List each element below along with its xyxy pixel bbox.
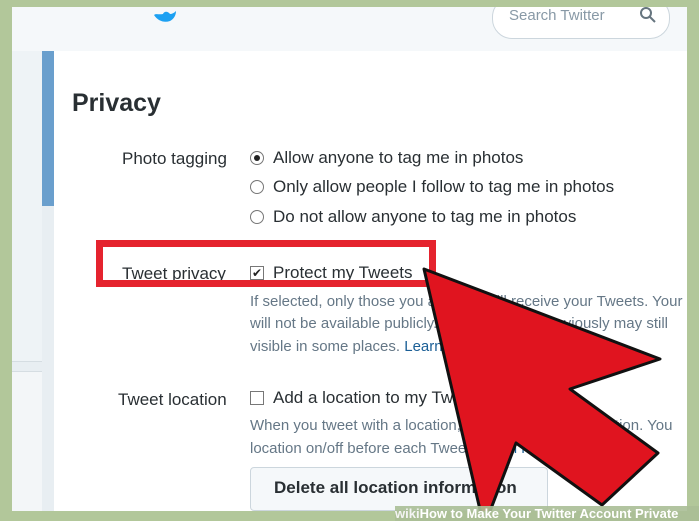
photo-tagging-radio-anyone[interactable] xyxy=(250,151,264,165)
tweet-location-help-2-text: location on/off before each Tweet. xyxy=(250,440,479,457)
add-location-checkbox[interactable] xyxy=(250,391,264,405)
settings-content: Privacy Photo tagging Allow anyone to ta… xyxy=(54,51,687,511)
photo-tagging-radio-follow[interactable] xyxy=(250,180,264,194)
twitter-bird-icon[interactable] xyxy=(152,9,178,31)
screenshot-frame: Search Twitter Privacy Photo tagging All… xyxy=(12,7,687,511)
tweet-privacy-learn-more-link[interactable]: Learn more xyxy=(404,338,481,355)
search-icon[interactable] xyxy=(639,7,657,24)
tweet-privacy-help-3-text: visible in some places. xyxy=(250,338,405,355)
photo-tagging-option-none[interactable]: Do not allow anyone to tag me in photos xyxy=(273,207,576,227)
photo-tagging-option-anyone[interactable]: Allow anyone to tag me in photos xyxy=(273,148,523,168)
search-input[interactable]: Search Twitter xyxy=(492,7,670,39)
tweet-privacy-help-2: will not be available publicly. Tweets p… xyxy=(250,315,668,332)
top-bar: Search Twitter xyxy=(12,7,687,52)
tweet-privacy-help-1: If selected, only those you approve will… xyxy=(250,293,683,310)
wikihow-caption: wikiHow to Make Your Twitter Account Pri… xyxy=(395,506,699,521)
photo-tagging-label: Photo tagging xyxy=(122,149,227,168)
tweet-location-label: Tweet location xyxy=(118,390,227,409)
tweet-privacy-highlight-box xyxy=(96,240,436,287)
section-title: Privacy xyxy=(72,89,161,117)
sidebar-active-indicator xyxy=(42,51,54,206)
sidebar-lower-panel xyxy=(12,371,42,511)
search-placeholder: Search Twitter xyxy=(509,7,605,24)
caption-text: How to Make Your Twitter Account Private xyxy=(419,506,679,521)
delete-location-button[interactable]: Delete all location information xyxy=(250,467,548,511)
tweet-location-help-1: When you tweet with a location, Twitter … xyxy=(250,417,673,434)
photo-tagging-option-follow[interactable]: Only allow people I follow to tag me in … xyxy=(273,177,614,197)
add-location-label[interactable]: Add a location to my Tweets xyxy=(273,388,485,408)
photo-tagging-radio-none[interactable] xyxy=(250,210,264,224)
caption-brand: wiki xyxy=(395,506,420,521)
tweet-location-help-2: location on/off before each Tweet. Learn… xyxy=(250,440,556,457)
settings-sidebar xyxy=(12,51,55,511)
tweet-privacy-help-3: visible in some places. Learn more xyxy=(250,338,481,355)
tweet-location-learn-more-link[interactable]: Learn more xyxy=(479,440,556,457)
sidebar-panel xyxy=(12,51,42,362)
